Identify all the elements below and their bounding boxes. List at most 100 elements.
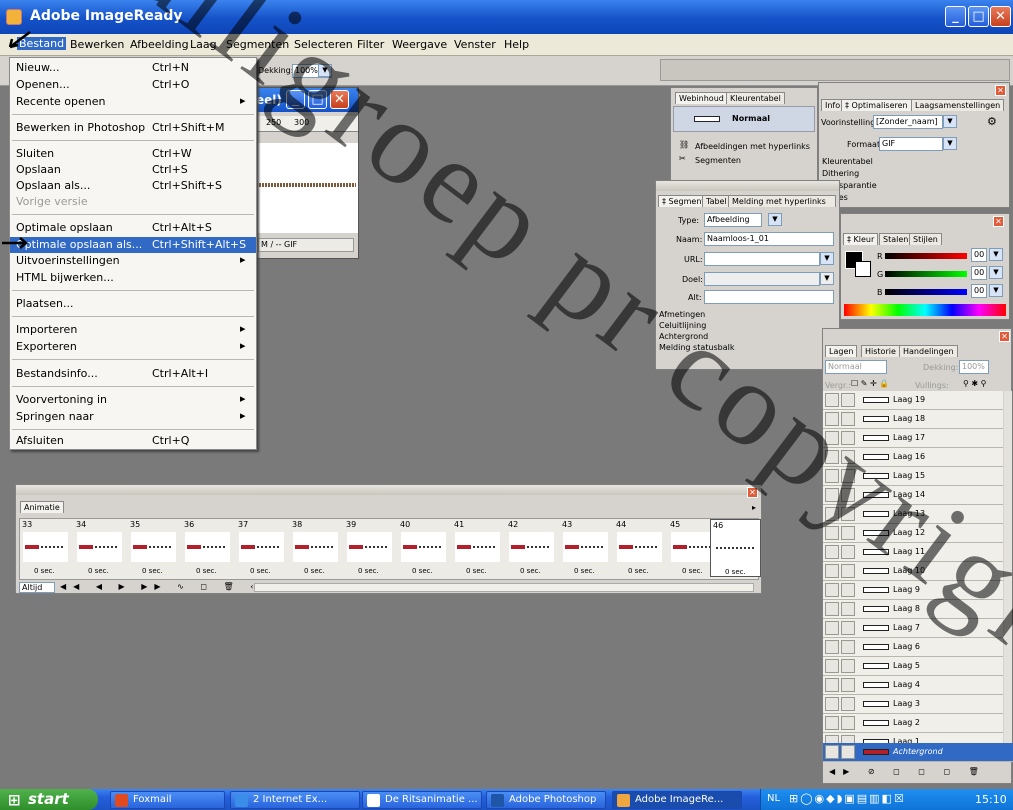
task-foxmail[interactable]: Foxmail [110,791,225,809]
link-icon[interactable] [841,412,855,426]
tab-animatie[interactable]: Animatie [20,501,64,513]
menu-afbeelding[interactable]: Afbeelding [130,38,189,51]
frame-delay[interactable]: 0 sec. [304,567,325,575]
section-melding-statusbalk[interactable]: Melding statusbalk [659,343,734,352]
brush-icon[interactable] [841,745,855,759]
animation-frame[interactable]: 43 0 sec. [560,519,611,577]
menu-item-voorvertoning[interactable]: Voorvertoning in ▸ [10,392,256,408]
menu-item-bewerken-photoshop[interactable]: Bewerken in Photoshop Ctrl+Shift+M [10,120,256,136]
document-canvas[interactable] [256,143,358,233]
link-icon[interactable] [841,621,855,635]
frame-delay[interactable]: 0 sec. [628,567,649,575]
eye-icon[interactable] [825,716,839,730]
frame-delay[interactable]: 0 sec. [520,567,541,575]
tab-historie[interactable]: Historie [861,345,900,357]
menu-item-importeren[interactable]: Importeren ▸ [10,322,256,338]
eye-icon[interactable] [825,745,839,759]
playback-controls[interactable]: ◀◀ ◀ ▶ ▶▶ ∿ ◻ 🗑 ‹ [60,582,260,591]
blue-slider[interactable] [885,289,967,295]
menu-help[interactable]: Help [504,38,529,51]
eye-icon[interactable] [825,469,839,483]
eye-icon[interactable] [825,678,839,692]
eye-icon[interactable] [825,526,839,540]
doc-close-button[interactable]: ✕ [330,90,349,109]
layer-row[interactable]: Laag 5 [823,657,1003,676]
background-color-swatch[interactable] [855,261,871,277]
layer-opacity-field[interactable]: 100% [959,360,989,374]
task-imageready[interactable]: Adobe ImageRe... [612,791,742,809]
menu-segmenten[interactable]: Segmenten [226,38,289,51]
tab-webinhoud[interactable]: Webinhoud [675,92,728,104]
tab-lagen[interactable]: Lagen [825,345,858,357]
chevron-down-icon[interactable]: ▼ [768,213,782,226]
eye-icon[interactable] [825,640,839,654]
layer-row[interactable]: Laag 7 [823,619,1003,638]
optimize-menu-icon[interactable]: ⚙ [987,115,997,128]
animation-frame[interactable]: 38 0 sec. [290,519,341,577]
lock-icons[interactable]: ☐ ✎ ✛ 🔒 [851,379,889,388]
layer-row[interactable]: Laag 3 [823,695,1003,714]
hyperlink-images-item[interactable]: Afbeeldingen met hyperlinks [695,142,810,151]
loop-select[interactable]: Altijd [19,582,55,593]
green-slider[interactable] [885,271,967,277]
tab-handelingen[interactable]: Handelingen [899,345,958,357]
segments-item[interactable]: Segmenten [695,156,741,165]
eye-icon[interactable] [825,393,839,407]
task-internet-explorer[interactable]: 2 Internet Ex... [230,791,360,809]
layer-row[interactable]: Laag 18 [823,410,1003,429]
panel-close-icon[interactable]: ✕ [993,216,1004,227]
layer-row[interactable]: Laag 16 [823,448,1003,467]
menu-weergave[interactable]: Weergave [392,38,447,51]
layer-row[interactable]: Laag 2 [823,714,1003,733]
menu-venster[interactable]: Venster [454,38,496,51]
link-icon[interactable] [841,583,855,597]
menu-selecteren[interactable]: Selecteren [294,38,353,51]
animation-frame[interactable]: 34 0 sec. [74,519,125,577]
animation-frame[interactable]: 39 0 sec. [344,519,395,577]
frame-delay[interactable]: 0 sec. [725,568,746,576]
chevron-down-icon[interactable]: ▼ [989,284,1003,297]
close-button[interactable]: ✕ [990,6,1011,27]
menu-item-openen[interactable]: Openen... Ctrl+O [10,77,256,93]
eye-icon[interactable] [825,412,839,426]
menu-item-nieuw[interactable]: Nieuw... Ctrl+N [10,60,256,76]
link-icon[interactable] [841,488,855,502]
tab-optimaliseren[interactable]: ‡ Optimaliseren [841,99,912,111]
layer-row[interactable]: Laag 4 [823,676,1003,695]
animation-frame[interactable]: 35 0 sec. [128,519,179,577]
section-dithering[interactable]: Dithering [822,169,859,178]
dekking-dropdown-icon[interactable]: ▼ [318,64,332,77]
menu-item-plaatsen[interactable]: Plaatsen... [10,296,256,312]
menu-item-exporteren[interactable]: Exporteren ▸ [10,339,256,355]
menu-item-springen-naar[interactable]: Springen naar ▸ [10,409,256,425]
eye-icon[interactable] [825,602,839,616]
blend-mode-select[interactable]: Normaal [825,360,887,374]
link-icon[interactable] [841,659,855,673]
layer-row[interactable]: Laag 15 [823,467,1003,486]
tray-icons[interactable]: ⊞◯◉◆◗▣▤▥◧☒ [789,792,906,805]
link-icon[interactable] [841,678,855,692]
animation-frame-selected[interactable]: 46 0 sec. [710,519,761,577]
link-icon[interactable] [841,697,855,711]
task-ritsanimatie[interactable]: De Ritsanimatie ... [362,791,482,809]
frame-delay[interactable]: 0 sec. [412,567,433,575]
palette-menu-icon[interactable]: ▸ [752,503,756,512]
eye-icon[interactable] [825,564,839,578]
color-spectrum-bar[interactable] [844,304,1006,316]
type-select[interactable]: Afbeelding [704,213,762,227]
doc-maximize-button[interactable]: □ [308,90,327,109]
panel-close-icon[interactable]: ✕ [999,331,1010,342]
unify-icons[interactable]: ⚲ ✱ ⚲ [963,379,987,388]
task-photoshop[interactable]: Adobe Photoshop [486,791,606,809]
red-value[interactable]: 00 [971,248,987,262]
chevron-down-icon[interactable]: ▼ [943,115,957,128]
layer-row[interactable]: Laag 11 [823,543,1003,562]
link-icon[interactable] [841,431,855,445]
frame-delay[interactable]: 0 sec. [34,567,55,575]
layer-row[interactable]: Laag 12 [823,524,1003,543]
layer-row[interactable]: Laag 17 [823,429,1003,448]
green-value[interactable]: 00 [971,266,987,280]
layer-row[interactable]: Laag 13 [823,505,1003,524]
alt-field[interactable] [704,290,834,304]
layer-row[interactable]: Laag 6 [823,638,1003,657]
